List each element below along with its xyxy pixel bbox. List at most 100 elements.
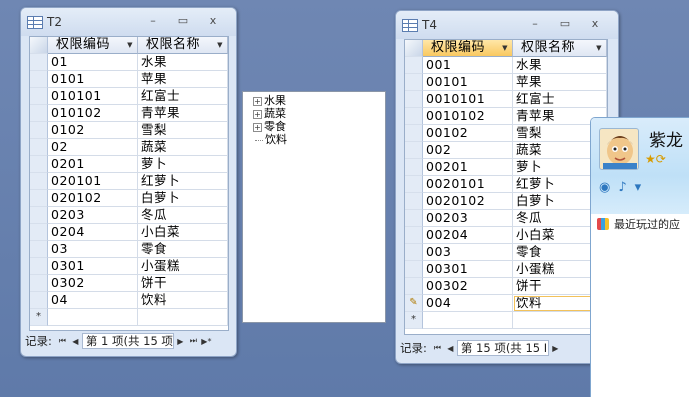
record-selector[interactable] [405, 74, 423, 91]
tree-node-label[interactable]: 零食 [264, 121, 286, 133]
tree-node-label[interactable]: 水果 [264, 95, 286, 107]
cell-name[interactable]: 青苹果 [138, 105, 228, 122]
record-selector[interactable] [405, 108, 423, 125]
table-row[interactable]: 02 蔬菜 [30, 139, 228, 156]
recent-apps-item[interactable]: 最近玩过的应 [591, 214, 689, 234]
cell-code[interactable]: 0020102 [423, 193, 513, 210]
table-row[interactable]: 00204 小白菜 [405, 227, 607, 244]
cell-code[interactable]: 0302 [48, 275, 138, 292]
expand-icon[interactable]: + [253, 109, 262, 119]
table-row[interactable]: 03 零食 [30, 241, 228, 258]
tree-node[interactable]: + 蔬菜 [253, 108, 385, 120]
cell-code[interactable]: 004 [423, 295, 513, 312]
cell-code[interactable]: 0020101 [423, 176, 513, 193]
cell-code[interactable]: 03 [48, 241, 138, 258]
camera-icon[interactable]: ◉ [599, 180, 610, 195]
dropdown-arrow-icon[interactable]: ▼ [596, 40, 602, 56]
record-selector[interactable] [30, 258, 48, 275]
datasheet-t2[interactable]: 权限编码 ▼ 权限名称 ▼ 01 水果 0101 苹果 010101 红富士 010102 青苹果 01… [29, 36, 229, 331]
new-record-selector[interactable]: * [405, 312, 423, 329]
expand-icon[interactable]: + [253, 96, 262, 106]
tree-node[interactable]: 饮料 [253, 134, 385, 146]
table-row[interactable]: 0101 苹果 [30, 71, 228, 88]
cell-code[interactable]: 00102 [423, 125, 513, 142]
cell-code[interactable]: 0201 [48, 156, 138, 173]
first-record-button[interactable]: ⏮ [56, 336, 69, 346]
microphone-icon[interactable]: ♪ [618, 180, 626, 195]
tree-view[interactable]: + 水果 + 蔬菜 + 零食 饮料 [242, 91, 386, 323]
cell-name[interactable]: 水果 [513, 57, 607, 74]
cell-code[interactable]: 003 [423, 244, 513, 261]
table-row[interactable]: 00301 小蛋糕 [405, 261, 607, 278]
cell-code[interactable]: 00204 [423, 227, 513, 244]
cell-code[interactable]: 020102 [48, 190, 138, 207]
tree-node[interactable]: + 零食 [253, 121, 385, 133]
record-selector[interactable] [30, 207, 48, 224]
select-all-corner[interactable] [405, 40, 423, 57]
cell-name[interactable]: 蔬菜 [138, 139, 228, 156]
table-row[interactable]: 010102 青苹果 [30, 105, 228, 122]
record-selector[interactable] [405, 278, 423, 295]
table-row[interactable]: 0020101 红萝卜 [405, 176, 607, 193]
tree-node[interactable]: + 水果 [253, 95, 385, 107]
cell-code[interactable]: 0301 [48, 258, 138, 275]
current-record-field[interactable]: 第 15 项(共 15 I [456, 340, 549, 356]
tree-node-label[interactable]: 蔬菜 [264, 108, 286, 120]
expand-icon[interactable]: + [253, 122, 262, 132]
maximize-button[interactable]: ▭ [170, 12, 196, 30]
cell-code[interactable]: 00201 [423, 159, 513, 176]
record-selector[interactable] [30, 292, 48, 309]
new-record-cell[interactable] [48, 309, 138, 326]
record-selector[interactable] [405, 125, 423, 142]
close-button[interactable]: x [582, 15, 608, 33]
table-row[interactable]: 00201 萝卜 [405, 159, 607, 176]
cell-code[interactable]: 0010101 [423, 91, 513, 108]
table-row[interactable]: 00302 饼干 [405, 278, 607, 295]
cell-code[interactable]: 010101 [48, 88, 138, 105]
record-selector[interactable] [30, 139, 48, 156]
record-selector[interactable] [405, 91, 423, 108]
cell-name[interactable]: 小蛋糕 [138, 258, 228, 275]
record-selector[interactable] [405, 142, 423, 159]
new-record-cell[interactable] [423, 312, 513, 329]
cell-name[interactable]: 白萝卜 [138, 190, 228, 207]
current-record-field[interactable]: 第 1 项(共 15 项 [81, 333, 174, 349]
record-selector[interactable] [30, 156, 48, 173]
record-selector[interactable] [405, 159, 423, 176]
cell-code[interactable]: 00203 [423, 210, 513, 227]
table-row[interactable]: 00101 苹果 [405, 74, 607, 91]
cell-code[interactable]: 01 [48, 54, 138, 71]
cell-code[interactable]: 02 [48, 139, 138, 156]
table-row[interactable]: 002 蔬菜 [405, 142, 607, 159]
cell-code[interactable]: 0204 [48, 224, 138, 241]
cell-code[interactable]: 0101 [48, 71, 138, 88]
new-record-selector[interactable]: * [30, 309, 48, 326]
cell-name[interactable]: 萝卜 [138, 156, 228, 173]
record-selector[interactable] [30, 241, 48, 258]
cell-name[interactable]: 零食 [138, 241, 228, 258]
dropdown-arrow-icon[interactable]: ▼ [217, 37, 223, 53]
table-row[interactable]: 0302 饼干 [30, 275, 228, 292]
cell-code[interactable]: 0203 [48, 207, 138, 224]
window-t4-titlebar[interactable]: T4 – ▭ x [396, 11, 618, 39]
table-row[interactable]: 0201 萝卜 [30, 156, 228, 173]
record-selector[interactable] [30, 105, 48, 122]
column-header-code[interactable]: 权限编码 ▼ [48, 37, 138, 54]
table-row[interactable]: 020102 白萝卜 [30, 190, 228, 207]
record-selector[interactable] [405, 193, 423, 210]
record-selector[interactable] [405, 176, 423, 193]
close-button[interactable]: x [200, 12, 226, 30]
cell-name[interactable]: 冬瓜 [138, 207, 228, 224]
record-selector[interactable] [405, 57, 423, 74]
more-icon[interactable]: ▾ [635, 180, 642, 195]
cell-code[interactable]: 020101 [48, 173, 138, 190]
cell-name[interactable]: 饮料 [138, 292, 228, 309]
cell-name[interactable]: 苹果 [138, 71, 228, 88]
first-record-button[interactable]: ⏮ [431, 343, 444, 353]
table-row[interactable]: 001 水果 [405, 57, 607, 74]
table-row[interactable]: 00102 雪梨 [405, 125, 607, 142]
previous-record-button[interactable]: ◀ [69, 337, 82, 346]
record-selector[interactable] [30, 224, 48, 241]
cell-name[interactable]: 小白菜 [138, 224, 228, 241]
cell-code[interactable]: 001 [423, 57, 513, 74]
